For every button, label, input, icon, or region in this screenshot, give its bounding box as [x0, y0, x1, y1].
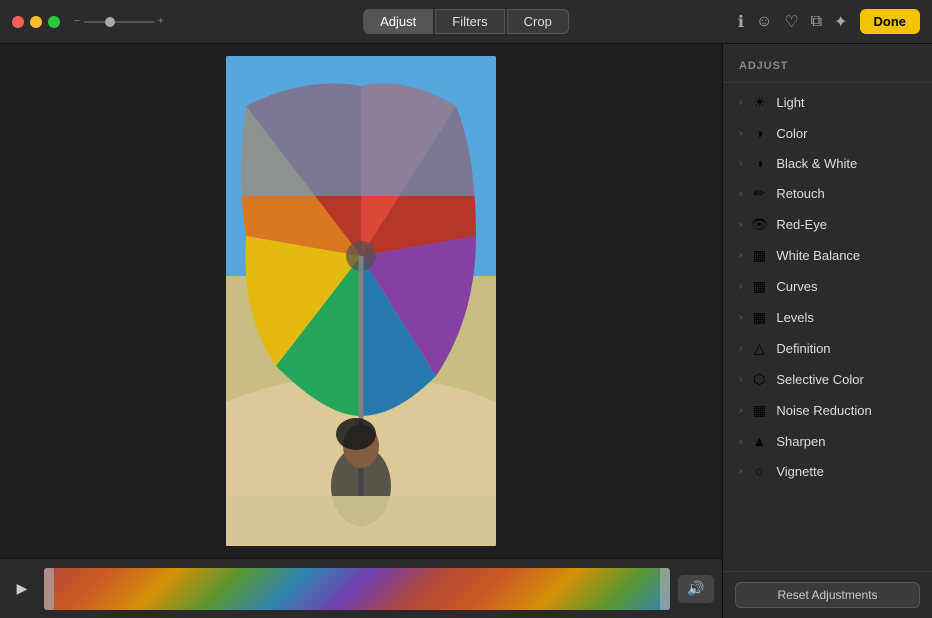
adjust-item-selectivecolor[interactable]: › ⬡ Selective Color: [723, 364, 932, 395]
close-button[interactable]: [12, 16, 24, 28]
right-panel: ADJUST › ☀ Light › ◑ Color › ◑ Black & W…: [722, 44, 932, 618]
slider-thumb[interactable]: [105, 17, 115, 27]
filmstrip-handle-right[interactable]: [660, 568, 670, 610]
toolbar-right: ℹ ☺ ♡ ⧉ ✦ Done: [738, 9, 920, 34]
volume-button[interactable]: 🔊: [678, 575, 714, 603]
chevron-icon: ›: [739, 158, 742, 169]
noisereduction-label: Noise Reduction: [776, 403, 871, 418]
color-icon: ◑: [750, 125, 768, 141]
chevron-icon: ›: [739, 466, 742, 477]
noisereduction-icon: ▦: [750, 402, 768, 419]
tab-filters[interactable]: Filters: [435, 9, 504, 34]
adjust-item-curves[interactable]: › ▦ Curves: [723, 271, 932, 302]
light-icon: ☀: [750, 94, 768, 111]
curves-icon: ▦: [750, 278, 768, 295]
adjust-item-bw[interactable]: › ◑ Black & White: [723, 148, 932, 178]
main-content: ▶ 🔊 ADJUST › ☀ Light ›: [0, 44, 932, 618]
chevron-icon: ›: [739, 281, 742, 292]
chevron-icon: ›: [739, 374, 742, 385]
sharpen-icon: ▲: [750, 433, 768, 449]
volume-icon: 🔊: [687, 580, 704, 597]
minimize-button[interactable]: [30, 16, 42, 28]
filmstrip-handle-left[interactable]: [44, 568, 54, 610]
vignette-label: Vignette: [776, 464, 823, 479]
adjust-item-definition[interactable]: › △ Definition: [723, 333, 932, 364]
chevron-icon: ›: [739, 405, 742, 416]
adjust-list: › ☀ Light › ◑ Color › ◑ Black & White › …: [723, 83, 932, 571]
play-button[interactable]: ▶: [8, 575, 36, 603]
adjust-item-noisereduction[interactable]: › ▦ Noise Reduction: [723, 395, 932, 426]
bw-icon: ◑: [750, 155, 768, 171]
panel-footer: Reset Adjustments: [723, 571, 932, 618]
curves-label: Curves: [776, 279, 817, 294]
adjust-item-color[interactable]: › ◑ Color: [723, 118, 932, 148]
traffic-lights: [12, 16, 60, 28]
photo-area: ▶ 🔊: [0, 44, 722, 618]
photo-frame: [226, 56, 496, 546]
adjust-item-vignette[interactable]: › ○ Vignette: [723, 456, 932, 486]
adjust-item-redeye[interactable]: › 👁 Red-Eye: [723, 209, 932, 240]
selectivecolor-label: Selective Color: [776, 372, 863, 387]
adjust-item-sharpen[interactable]: › ▲ Sharpen: [723, 426, 932, 456]
adjust-item-light[interactable]: › ☀ Light: [723, 87, 932, 118]
reset-adjustments-button[interactable]: Reset Adjustments: [735, 582, 920, 608]
levels-icon: ▦: [750, 309, 768, 326]
chevron-icon: ›: [739, 436, 742, 447]
adjust-item-whitebalance[interactable]: › ▦ White Balance: [723, 240, 932, 271]
minus-icon: −: [74, 16, 80, 27]
film-segment: [44, 568, 670, 610]
fullscreen-button[interactable]: [48, 16, 60, 28]
chevron-icon: ›: [739, 97, 742, 108]
levels-label: Levels: [776, 310, 814, 325]
plus-icon: +: [158, 16, 164, 27]
panel-title: ADJUST: [739, 60, 788, 72]
done-button[interactable]: Done: [860, 9, 921, 34]
light-label: Light: [776, 95, 804, 110]
emoji-icon[interactable]: ☺: [756, 13, 772, 31]
share-icon[interactable]: ✦: [834, 12, 847, 32]
sharpen-label: Sharpen: [776, 434, 825, 449]
bottom-bar: ▶ 🔊: [0, 558, 722, 618]
definition-label: Definition: [776, 341, 830, 356]
filmstrip-frames: [44, 568, 670, 610]
duplicate-icon[interactable]: ⧉: [811, 13, 822, 31]
chevron-icon: ›: [739, 250, 742, 261]
chevron-icon: ›: [739, 312, 742, 323]
bw-label: Black & White: [776, 156, 857, 171]
heart-icon[interactable]: ♡: [784, 12, 798, 32]
selectivecolor-icon: ⬡: [750, 371, 768, 388]
panel-header: ADJUST: [723, 44, 932, 83]
zoom-slider[interactable]: − +: [74, 16, 164, 27]
tab-group: Adjust Filters Crop: [363, 9, 569, 34]
redeye-icon: 👁: [750, 216, 768, 233]
retouch-label: Retouch: [776, 186, 824, 201]
photo-canvas: [0, 44, 722, 558]
slider-track[interactable]: [84, 21, 154, 23]
adjust-item-levels[interactable]: › ▦ Levels: [723, 302, 932, 333]
color-label: Color: [776, 126, 807, 141]
titlebar: − + Adjust Filters Crop ℹ ☺ ♡ ⧉ ✦ Done: [0, 0, 932, 44]
adjust-item-retouch[interactable]: › ✏ Retouch: [723, 178, 932, 209]
tab-crop[interactable]: Crop: [507, 9, 569, 34]
retouch-icon: ✏: [750, 185, 768, 202]
vignette-icon: ○: [750, 463, 768, 479]
whitebalance-icon: ▦: [750, 247, 768, 264]
chevron-icon: ›: [739, 343, 742, 354]
chevron-icon: ›: [739, 128, 742, 139]
redeye-label: Red-Eye: [776, 217, 827, 232]
tab-adjust[interactable]: Adjust: [363, 9, 433, 34]
info-icon[interactable]: ℹ: [738, 12, 744, 32]
filmstrip: [44, 568, 670, 610]
photo-image: [226, 56, 496, 546]
chevron-icon: ›: [739, 188, 742, 199]
chevron-icon: ›: [739, 219, 742, 230]
whitebalance-label: White Balance: [776, 248, 860, 263]
definition-icon: △: [750, 340, 768, 357]
